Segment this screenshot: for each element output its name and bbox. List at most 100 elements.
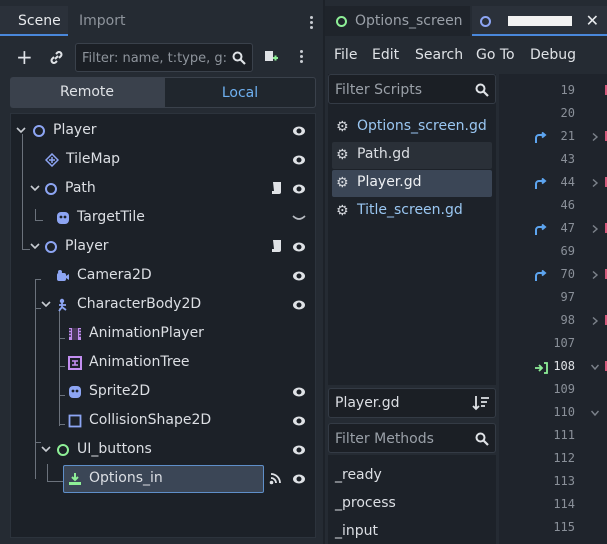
script-item-title-screen[interactable]: ⚙ Title_screen.gd (332, 198, 492, 225)
chevron-down-icon[interactable] (30, 241, 40, 251)
eye-icon[interactable] (292, 154, 306, 166)
fold-down-icon[interactable] (591, 363, 599, 371)
eye-icon[interactable] (292, 386, 306, 398)
tree-item-characterbody2d[interactable]: CharacterBody2D (11, 290, 315, 319)
tree-item-label: AnimationTree (89, 354, 190, 370)
fold-down-icon[interactable] (591, 409, 599, 417)
chevron-down-icon[interactable] (30, 183, 40, 193)
menu-edit[interactable]: Edit (372, 47, 399, 63)
method-item[interactable]: _process (335, 495, 396, 511)
method-item[interactable]: _input (335, 523, 378, 539)
menu-goto[interactable]: Go To (476, 47, 515, 63)
override-icon[interactable] (534, 224, 548, 236)
eye-icon[interactable] (292, 241, 306, 253)
fold-right-icon[interactable] (591, 133, 599, 141)
methods-list: _ready _process _input (328, 455, 496, 544)
gear-icon: ⚙ (336, 119, 349, 135)
menu-search[interactable]: Search (415, 47, 463, 63)
line-number: 98 (560, 313, 575, 327)
menu-debug[interactable]: Debug (530, 47, 576, 63)
add-node-icon[interactable]: + (16, 47, 33, 67)
tab-scene[interactable]: Scene (0, 6, 68, 36)
tree-item-tilemap[interactable]: TileMap (11, 145, 315, 174)
line-number: 69 (560, 244, 575, 258)
local-button[interactable]: Local (164, 77, 316, 108)
override-icon[interactable] (534, 132, 548, 144)
filter-scripts-field[interactable] (328, 74, 496, 104)
attach-script-icon[interactable] (263, 49, 279, 66)
tree-item-collisionshape2d[interactable]: CollisionShape2D (11, 406, 315, 435)
fold-right-icon[interactable] (591, 271, 599, 279)
tree-item-label: Options_in (89, 470, 163, 486)
eye-icon[interactable] (292, 270, 306, 282)
chevron-down-icon[interactable] (16, 125, 26, 135)
tab-import[interactable]: Import (79, 6, 139, 36)
override-icon[interactable] (534, 270, 548, 282)
tree-item-animationplayer[interactable]: AnimationPlayer (11, 319, 315, 348)
script-icon[interactable] (271, 239, 282, 253)
remote-button[interactable]: Remote (10, 77, 164, 108)
line-number: 46 (560, 198, 575, 212)
override-icon[interactable] (534, 178, 548, 190)
eye-icon[interactable] (292, 415, 306, 427)
signal-connection-icon[interactable] (534, 362, 548, 374)
tree-item-label: CollisionShape2D (89, 412, 212, 428)
code-editor-gutter: 19 20 21 43 44 46 47 69 70 97 98 107 108… (499, 74, 607, 544)
script-name: Options_screen.gd (357, 118, 487, 134)
tab-options-screen[interactable]: Options_screen (325, 6, 470, 36)
link-icon[interactable] (48, 49, 65, 66)
dock-menu-icon[interactable] (310, 16, 313, 19)
fold-right-icon[interactable] (591, 179, 599, 187)
eye-icon[interactable] (292, 183, 306, 195)
tree-item-player[interactable]: Player (11, 232, 315, 261)
gear-icon: ⚙ (336, 175, 349, 191)
script-item-path[interactable]: ⚙ Path.gd (332, 142, 492, 169)
chevron-down-icon[interactable] (41, 444, 51, 454)
scene-options-icon[interactable] (300, 50, 303, 53)
script-icon[interactable] (271, 181, 282, 195)
scene-filter-field[interactable] (75, 43, 253, 72)
script-item-options-screen[interactable]: ⚙ Options_screen.gd (332, 114, 492, 141)
collision-shape-icon (68, 414, 82, 428)
sort-icon[interactable] (472, 394, 490, 412)
sprite-icon (69, 386, 81, 398)
method-item[interactable]: _ready (335, 467, 382, 483)
eye-icon[interactable] (292, 473, 306, 485)
eye-icon[interactable] (292, 299, 306, 311)
close-icon[interactable]: ✕ (586, 6, 599, 36)
control-node-icon (336, 16, 347, 27)
line-number: 111 (553, 428, 575, 442)
scene-filter-input[interactable] (82, 48, 230, 68)
tree-item-targettile[interactable]: TargetTile (11, 203, 315, 232)
tree-item-label: Camera2D (77, 267, 152, 283)
eye-icon[interactable] (292, 444, 306, 456)
fold-right-icon[interactable] (591, 225, 599, 233)
tilemap-icon (45, 153, 59, 167)
eye-icon[interactable] (292, 125, 306, 137)
tree-item-options-in[interactable]: Options_in (11, 464, 315, 493)
tree-item-ui-buttons[interactable]: UI_buttons (11, 435, 315, 464)
filter-methods-input[interactable] (335, 429, 471, 449)
current-script-name: Player.gd (335, 395, 400, 411)
tree-item-label: Player (53, 122, 97, 138)
line-number: 113 (553, 474, 575, 488)
filter-scripts-input[interactable] (335, 80, 471, 100)
tree-item-sprite2d[interactable]: Sprite2D (11, 377, 315, 406)
tree-item-path[interactable]: Path (11, 174, 315, 203)
remote-local-switch: Remote Local (10, 77, 316, 108)
tab-label: Options_screen (355, 13, 463, 29)
tab-player-script[interactable]: ✕ (472, 6, 607, 36)
current-script-field: Player.gd (328, 388, 496, 418)
signal-icon[interactable] (269, 472, 282, 485)
chevron-down-icon[interactable] (41, 299, 51, 309)
eye-closed-icon[interactable] (292, 212, 306, 224)
filter-methods-field[interactable] (328, 423, 496, 453)
tree-item-camera2d[interactable]: Camera2D (11, 261, 315, 290)
menu-file[interactable]: File (334, 47, 357, 63)
tree-item-animationtree[interactable]: AnimationTree (11, 348, 315, 377)
fold-right-icon[interactable] (591, 317, 599, 325)
tree-item-label: AnimationPlayer (89, 325, 204, 341)
scripts-list-panel: ⚙ Options_screen.gd ⚙ Path.gd ⚙ Player.g… (328, 74, 496, 385)
script-item-player[interactable]: ⚙ Player.gd (332, 170, 492, 197)
tree-item-player-root[interactable]: Player (11, 116, 315, 145)
